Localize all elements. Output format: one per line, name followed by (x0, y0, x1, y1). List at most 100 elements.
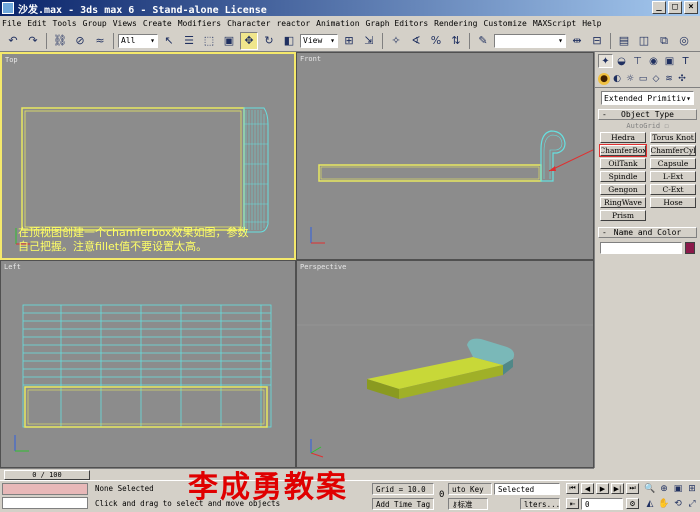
select-link-icon[interactable]: ⛓ (51, 32, 69, 50)
curve-editor-icon[interactable]: ◫ (635, 32, 653, 50)
prism-button[interactable]: Prism (600, 210, 646, 221)
window-crossing-icon[interactable]: ▣ (220, 32, 238, 50)
schematic-view-icon[interactable]: ⧉ (655, 32, 673, 50)
l-ext-button[interactable]: L-Ext (650, 171, 696, 182)
menu-views[interactable]: Views (113, 19, 137, 28)
key-filters-button[interactable]: lters... (520, 498, 560, 510)
select-object-icon[interactable]: ↖ (160, 32, 178, 50)
bind-space-warp-icon[interactable]: ≈ (91, 32, 109, 50)
shapes-icon[interactable]: ◐ (611, 73, 623, 85)
name-and-color-rollout[interactable]: - Name and Color (598, 227, 697, 238)
menu-modifiers[interactable]: Modifiers (178, 19, 221, 28)
select-and-scale-icon[interactable]: ◧ (280, 32, 298, 50)
menu-customize[interactable]: Customize (484, 19, 527, 28)
material-editor-icon[interactable]: ◎ (675, 32, 693, 50)
viewport-front[interactable]: Front (296, 52, 594, 260)
rectangular-selection-icon[interactable]: ⬚ (200, 32, 218, 50)
menu-file[interactable]: File (2, 19, 21, 28)
pivot-center-icon[interactable]: ⊞ (340, 32, 358, 50)
torus-knot-button[interactable]: Torus Knot (650, 132, 696, 143)
primitive-category-dropdown[interactable]: Extended Primitiv ▾ (601, 91, 694, 105)
c-ext-button[interactable]: C-Ext (650, 184, 696, 195)
spinner-snap-icon[interactable]: ⇅ (447, 32, 465, 50)
viewport-top[interactable]: Top 在顶视图创建一个chamferbox效果如图，参数 自己把握。注意fil… (0, 52, 296, 260)
field-of-view-icon[interactable]: ◭ (644, 498, 656, 510)
geometry-icon[interactable]: ● (598, 72, 610, 85)
create-tab-icon[interactable]: ✦ (598, 54, 613, 68)
go-to-end-icon[interactable]: ⏭ (626, 483, 639, 494)
angle-snap-icon[interactable]: ∢ (407, 32, 425, 50)
gengon-button[interactable]: Gengon (600, 184, 646, 195)
menu-create[interactable]: Create (143, 19, 172, 28)
play-icon[interactable]: ▶ (596, 483, 609, 494)
maxscript-listener-input[interactable] (2, 497, 88, 509)
menu-rendering[interactable]: Rendering (434, 19, 477, 28)
menu-tools[interactable]: Tools (53, 19, 77, 28)
close-button[interactable]: × (684, 1, 698, 14)
menu-graph-editors[interactable]: Graph Editors (366, 19, 429, 28)
previous-frame-icon[interactable]: ◀ (581, 483, 594, 494)
arc-rotate-icon[interactable]: ⟲ (672, 498, 684, 510)
auto-key-button[interactable]: uto Key (448, 483, 492, 495)
redo-icon[interactable]: ↷ (24, 32, 42, 50)
undo-icon[interactable]: ↶ (4, 32, 22, 50)
go-to-start-icon[interactable]: ⏮ (566, 483, 579, 494)
key-frame-field[interactable]: 0 (439, 490, 444, 500)
mirror-icon[interactable]: ⇹ (568, 32, 586, 50)
selection-filter-dropdown[interactable]: All ▾ (118, 33, 158, 48)
maxscript-listener-output[interactable] (2, 483, 88, 495)
key-filter-dropdown[interactable]: Selected (494, 483, 560, 495)
align-icon[interactable]: ⊟ (588, 32, 606, 50)
viewport-perspective[interactable]: Perspective (296, 260, 594, 468)
snap-toggle-icon[interactable]: ✧ (387, 32, 405, 50)
armrest-wireframe-top[interactable] (243, 107, 269, 233)
lights-icon[interactable]: ☼ (624, 73, 636, 85)
chamferbox-wireframe-front[interactable] (318, 164, 542, 182)
armrest-wireframe-front[interactable] (540, 130, 566, 182)
motion-tab-icon[interactable]: ◉ (646, 54, 661, 68)
menu-help[interactable]: Help (582, 19, 601, 28)
named-selection-icon[interactable]: ✎ (474, 32, 492, 50)
current-frame-field[interactable]: 0 (581, 498, 623, 510)
autogrid-checkbox[interactable]: AutoGrid ☐ (595, 122, 700, 130)
viewport-left[interactable]: Left (0, 260, 296, 468)
maximize-button[interactable]: □ (668, 1, 682, 14)
maximize-viewport-icon[interactable]: ⤢ (686, 498, 698, 510)
select-by-name-icon[interactable]: ☰ (180, 32, 198, 50)
utilities-tab-icon[interactable]: T (678, 54, 693, 68)
zoom-all-icon[interactable]: ⊕ (658, 483, 670, 495)
set-key-button[interactable]: ⚷ 标准 (448, 498, 488, 510)
object-name-input[interactable] (600, 242, 682, 254)
chamferbox-wireframe-top[interactable] (21, 107, 245, 231)
time-slider-thumb[interactable]: 0 / 100 (4, 470, 90, 480)
menu-edit[interactable]: Edit (27, 19, 46, 28)
chamfercyl-button[interactable]: ChamferCyl (650, 145, 696, 156)
zoom-extents-all-icon[interactable]: ⊞ (686, 483, 698, 495)
pan-icon[interactable]: ✋ (658, 498, 670, 510)
select-and-move-icon[interactable]: ✥ (240, 31, 258, 50)
hedra-button[interactable]: Hedra (600, 132, 646, 143)
zoom-extents-icon[interactable]: ▣ (672, 483, 684, 495)
spindle-button[interactable]: Spindle (600, 171, 646, 182)
named-selection-dropdown[interactable]: ▾ (494, 33, 566, 48)
menu-maxscript[interactable]: MAXScript (533, 19, 576, 28)
percent-snap-icon[interactable]: % (427, 32, 445, 50)
display-tab-icon[interactable]: ▣ (662, 54, 677, 68)
object-color-swatch[interactable] (685, 242, 695, 254)
menu-reactor[interactable]: reactor (276, 19, 310, 28)
space-warps-icon[interactable]: ≋ (663, 73, 675, 85)
hose-button[interactable]: Hose (650, 197, 696, 208)
menu-group[interactable]: Group (83, 19, 107, 28)
select-and-rotate-icon[interactable]: ↻ (260, 32, 278, 50)
add-time-tag-button[interactable]: Add Time Tag (372, 498, 434, 510)
zoom-icon[interactable]: 🔍 (644, 483, 656, 495)
chamferbox-button[interactable]: ChamferBox (599, 144, 647, 157)
menu-character[interactable]: Character (227, 19, 270, 28)
cameras-icon[interactable]: ▭ (637, 73, 649, 85)
menu-animation[interactable]: Animation (316, 19, 359, 28)
reference-coordinate-dropdown[interactable]: View ▾ (300, 33, 338, 48)
capsule-button[interactable]: Capsule (650, 158, 696, 169)
key-mode-toggle-icon[interactable]: ⇤ (566, 498, 579, 509)
hierarchy-tab-icon[interactable]: ⊤ (630, 54, 645, 68)
ringwave-button[interactable]: RingWave (600, 197, 646, 208)
